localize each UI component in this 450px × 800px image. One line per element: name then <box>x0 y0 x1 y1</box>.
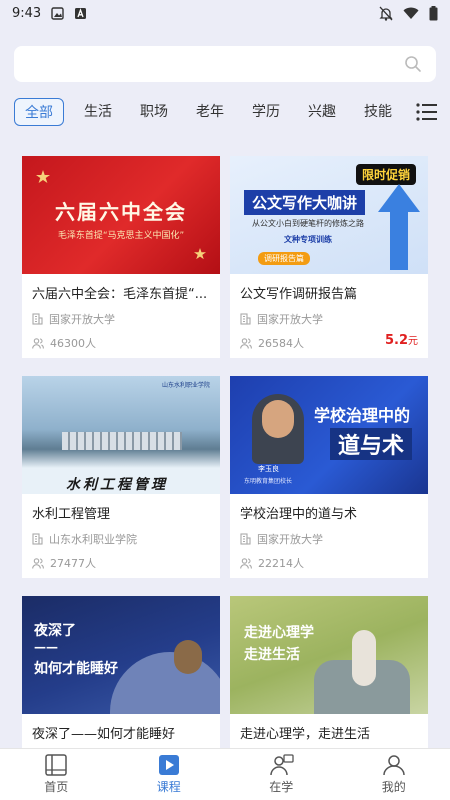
gallery-icon <box>51 6 64 20</box>
building-icon <box>32 533 43 545</box>
people-icon <box>240 337 252 349</box>
course-cover[interactable]: 山东水利职业学院 水利工程管理 <box>22 376 220 494</box>
course-cover[interactable]: 学校治理中的 道与术 李玉良 东明教育集团校长 <box>230 376 428 494</box>
search-icon[interactable] <box>404 55 422 73</box>
nav-studying-label: 在学 <box>269 780 294 794</box>
teddy-bear-illustration <box>174 640 202 674</box>
org-name: 国家开放大学 <box>257 533 323 546</box>
play-icon <box>158 755 179 775</box>
course-title: 走进心理学，走进生活 <box>240 727 371 742</box>
nav-mine[interactable]: 我的 <box>338 749 450 800</box>
cover-title: 公文写作大咖讲 <box>244 190 366 215</box>
course-org: 山东水利职业学院 <box>22 524 220 548</box>
speaker-name: 李玉良 <box>258 465 279 473</box>
font-icon <box>75 7 87 19</box>
course-learners: 46300人 <box>22 328 106 352</box>
tab-elderly[interactable]: 老年 <box>186 98 234 126</box>
course-title: 水利工程管理 <box>32 507 111 522</box>
cover-title-3: 如何才能睡好 <box>34 661 118 677</box>
promo-badge: 限时促销 <box>355 164 416 185</box>
arrow-up-icon <box>378 184 420 270</box>
learner-count: 27477人 <box>50 557 96 570</box>
sleeping-child-illustration <box>110 652 220 714</box>
tab-education[interactable]: 学历 <box>242 98 290 126</box>
nav-studying[interactable]: 在学 <box>225 749 338 800</box>
school-logo-text: 山东水利职业学院 <box>161 382 210 389</box>
course-cover[interactable]: 六届六中全会 毛泽东首提“马克思主义中国化” <box>22 156 220 274</box>
course-learners: 26584人 <box>230 328 314 352</box>
star-decoration-icon <box>194 248 206 260</box>
battery-icon <box>429 5 438 20</box>
tab-workplace[interactable]: 职场 <box>130 98 178 126</box>
building-icon <box>240 313 251 325</box>
learner-count: 26584人 <box>258 337 304 350</box>
cover-title: 水利工程管理 <box>66 477 168 493</box>
cover-title-2: —— <box>34 640 58 654</box>
cover-title-2: 走进生活 <box>244 647 300 663</box>
boy-illustration <box>352 630 376 686</box>
category-tabs: 全部 生活 职场 老年 学历 兴趣 技能 <box>0 96 450 128</box>
nav-home-label: 首页 <box>44 780 69 794</box>
notification-off-icon <box>379 6 393 21</box>
course-cover[interactable]: 夜深了 —— 如何才能睡好 <box>22 596 220 714</box>
course-cover[interactable]: 限时促销 公文写作大咖讲 从公文小白到硬笔杆的修炼之路 文种专项训练 调研报告篇 <box>230 156 428 274</box>
tab-interest[interactable]: 兴趣 <box>298 98 346 126</box>
cover-title: 学校治理中的 <box>314 406 411 425</box>
learner-count: 46300人 <box>50 337 96 350</box>
book-icon <box>45 754 67 776</box>
course-title: 六届六中全会：毛泽东首提“... <box>32 287 208 302</box>
user-icon <box>383 755 405 776</box>
building-icon <box>240 533 251 545</box>
people-icon <box>32 337 44 349</box>
bottom-nav: 首页 课程 在学 我的 <box>0 748 450 800</box>
course-title: 公文写作调研报告篇 <box>240 287 358 302</box>
cover-tag: 文种专项训练 <box>284 235 332 244</box>
nav-courses-label: 课程 <box>156 780 181 794</box>
course-title: 学校治理中的道与术 <box>240 507 358 522</box>
course-org: 国家开放大学 <box>230 524 428 548</box>
learner-count: 22214人 <box>258 557 304 570</box>
course-learners: 22214人 <box>230 548 314 572</box>
status-time: 9:43 <box>12 5 42 21</box>
star-decoration-icon <box>36 170 50 183</box>
status-bar: 9:43 <box>0 0 450 26</box>
course-price: 5.2元 <box>384 333 418 348</box>
course-grid: 六届六中全会 毛泽东首提“马克思主义中国化” 六届六中全会：毛泽东首提“... … <box>22 156 428 798</box>
speaker-face <box>262 400 294 438</box>
speaker-title: 东明教育集团校长 <box>244 478 293 485</box>
nav-mine-label: 我的 <box>381 780 406 794</box>
cover-title: 夜深了 <box>34 623 76 639</box>
cover-subtitle: 毛泽东首提“马克思主义中国化” <box>57 231 185 241</box>
tab-life[interactable]: 生活 <box>74 98 122 126</box>
course-card[interactable]: 学校治理中的 道与术 李玉良 东明教育集团校长 学校治理中的道与术 国家开放大学… <box>230 376 428 578</box>
cover-subtitle: 从公文小白到硬笔杆的修炼之路 <box>252 219 364 228</box>
course-card[interactable]: 六届六中全会 毛泽东首提“马克思主义中国化” 六届六中全会：毛泽东首提“... … <box>22 156 220 358</box>
course-card[interactable]: 限时促销 公文写作大咖讲 从公文小白到硬笔杆的修炼之路 文种专项训练 调研报告篇… <box>230 156 428 358</box>
people-icon <box>240 557 252 569</box>
people-icon <box>32 557 44 569</box>
study-icon <box>270 754 294 776</box>
org-name: 国家开放大学 <box>257 313 323 326</box>
tab-skills[interactable]: 技能 <box>354 98 402 126</box>
cover-title-2: 道与术 <box>330 428 413 460</box>
wifi-icon <box>403 7 419 19</box>
org-name: 国家开放大学 <box>49 313 115 326</box>
cover-title: 走进心理学 <box>244 625 314 641</box>
search-bar[interactable] <box>14 46 436 82</box>
course-card[interactable]: 山东水利职业学院 水利工程管理 水利工程管理 山东水利职业学院 27477人 <box>22 376 220 578</box>
nav-courses[interactable]: 课程 <box>113 749 226 800</box>
org-name: 山东水利职业学院 <box>49 533 137 546</box>
menu-icon[interactable] <box>416 102 438 122</box>
cover-title: 六届六中全会 <box>55 200 187 224</box>
nav-home[interactable]: 首页 <box>0 749 113 800</box>
course-org: 国家开放大学 <box>22 304 220 328</box>
cover-tag2: 调研报告篇 <box>258 252 310 265</box>
dam-illustration <box>62 432 182 450</box>
course-learners: 27477人 <box>22 548 106 572</box>
building-icon <box>32 313 43 325</box>
tab-all[interactable]: 全部 <box>14 98 64 126</box>
course-title: 夜深了——如何才能睡好 <box>32 727 176 742</box>
course-org: 国家开放大学 <box>230 304 428 328</box>
course-cover[interactable]: 走进心理学 走进生活 <box>230 596 428 714</box>
